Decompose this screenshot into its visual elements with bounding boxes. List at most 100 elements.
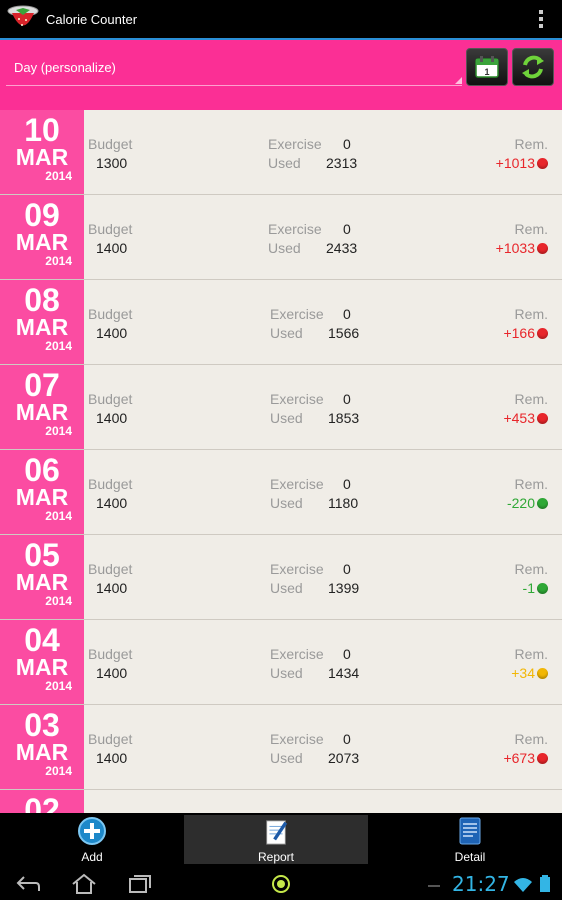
date-month: MAR [15, 484, 69, 510]
date-badge: 07 MAR 2014 [0, 365, 84, 449]
day-row[interactable]: 02 [0, 790, 562, 813]
used-value: 1180 [328, 495, 359, 511]
remaining-label: Rem. [514, 306, 548, 322]
sync-button[interactable] [512, 48, 554, 86]
day-row[interactable]: 05 MAR 2014 Budget 1400 Exercise 0 Used 1399 Rem.… [0, 535, 562, 620]
recent-apps-icon[interactable] [126, 872, 154, 896]
date-badge: 09 MAR 2014 [0, 195, 84, 279]
day-row[interactable]: 06 MAR 2014 Budget 1400 Exercise 0 Used 1180 Rem.… [0, 450, 562, 535]
exercise-label: Exercise [270, 476, 324, 492]
date-badge: 10 MAR 2014 [0, 110, 84, 194]
back-icon[interactable] [14, 872, 42, 896]
svg-text:1: 1 [484, 67, 489, 77]
exercise-label: Exercise [270, 391, 324, 407]
exercise-label: Exercise [270, 561, 324, 577]
date-badge: 08 MAR 2014 [0, 280, 84, 364]
tab-add[interactable]: Add [0, 813, 184, 868]
action-bar: Calorie Counter [0, 0, 562, 38]
budget-value: 1400 [96, 410, 128, 426]
day-row[interactable]: 04 MAR 2014 Budget 1400 Exercise 0 Used 1434 Rem.… [0, 620, 562, 705]
date-badge: 06 MAR 2014 [0, 450, 84, 534]
day-row[interactable]: 08 MAR 2014 Budget 1400 Exercise 0 Used 1566 Rem.… [0, 280, 562, 365]
daily-report-list[interactable]: 10 MAR 2014 Budget 1300 Exercise 0 Used 2313 Rem.… [0, 110, 562, 813]
date-day: 02 [24, 792, 60, 813]
remaining-label: Rem. [514, 731, 548, 747]
budget-value: 1400 [96, 240, 128, 256]
calendar-button[interactable]: 1 [466, 48, 508, 86]
date-year: 2014 [45, 764, 72, 778]
budget-label: Budget [88, 646, 133, 662]
used-value: 1566 [328, 325, 360, 341]
exercise-label: Exercise [268, 221, 322, 237]
date-month: MAR [15, 314, 69, 340]
date-day: 10 [24, 112, 60, 148]
budget-value: 1400 [96, 580, 128, 596]
used-value: 2313 [326, 155, 358, 171]
used-label: Used [270, 750, 303, 766]
date-day: 09 [24, 197, 60, 233]
date-badge: 05 MAR 2014 [0, 535, 84, 619]
refresh-icon [522, 55, 544, 79]
status-dot-icon [537, 667, 548, 679]
date-day: 08 [24, 282, 60, 318]
home-icon[interactable] [70, 872, 98, 896]
date-month: MAR [15, 144, 69, 170]
date-day: 06 [24, 452, 60, 488]
remaining-value-wrap: +34 [511, 665, 548, 681]
status-dot-icon [537, 242, 548, 254]
remaining-label: Rem. [514, 476, 548, 492]
used-label: Used [270, 325, 303, 341]
day-row[interactable]: 03 MAR 2014 Budget 1400 Exercise 0 Used 2073 Rem.… [0, 705, 562, 790]
exercise-value: 0 [343, 646, 351, 662]
used-value: 2433 [326, 240, 358, 256]
day-summary: Budget 1400 Exercise 0 Used 1180 Rem. -220 [84, 450, 562, 534]
day-row[interactable]: 07 MAR 2014 Budget 1400 Exercise 0 Used 1853 Rem.… [0, 365, 562, 450]
exercise-value: 0 [343, 221, 351, 237]
budget-label: Budget [88, 561, 133, 577]
detail-icon [459, 817, 481, 845]
exercise-value: 0 [343, 731, 351, 747]
remaining-value-wrap: +673 [503, 750, 548, 766]
overflow-menu-icon[interactable] [526, 0, 556, 38]
remaining-value: +1013 [495, 155, 535, 171]
budget-label: Budget [88, 221, 133, 237]
system-nav-bar: 21:27 [0, 868, 562, 900]
remaining-value-wrap: +1033 [496, 240, 548, 256]
used-value: 1434 [328, 665, 360, 681]
tab-report[interactable]: Report [184, 815, 368, 864]
remaining-value-wrap: +1013 [496, 155, 548, 171]
used-value: 1853 [328, 410, 360, 426]
battery-icon [538, 872, 552, 896]
used-label: Used [270, 665, 303, 681]
period-spinner[interactable]: Day (personalize) [6, 50, 462, 86]
notification-dot-icon[interactable] [267, 872, 295, 896]
remaining-value: -1 [522, 580, 535, 596]
day-summary: Budget 1400 Exercise 0 Used 2073 Rem. +673 [84, 705, 562, 789]
date-day: 07 [24, 367, 60, 403]
remaining-value: +166 [503, 325, 535, 341]
exercise-label: Exercise [270, 731, 324, 747]
report-icon [266, 820, 288, 845]
budget-value: 1400 [96, 750, 128, 766]
status-dot-icon [537, 752, 548, 764]
dropdown-arrow-icon [455, 77, 462, 84]
remaining-value: -220 [506, 495, 535, 511]
remaining-label: Rem. [514, 646, 548, 662]
budget-label: Budget [88, 306, 133, 322]
date-month: MAR [15, 739, 69, 765]
date-year: 2014 [45, 339, 72, 353]
strawberry-app-icon[interactable] [6, 2, 40, 36]
day-row[interactable]: 10 MAR 2014 Budget 1300 Exercise 0 Used 2313 Rem.… [0, 110, 562, 195]
date-year: 2014 [45, 594, 72, 608]
tab-detail[interactable]: Detail [378, 813, 562, 868]
day-row[interactable]: 09 MAR 2014 Budget 1400 Exercise 0 Used 2433 Rem.… [0, 195, 562, 280]
tab-add-label: Add [81, 850, 103, 864]
remaining-value-wrap: +453 [503, 410, 548, 426]
tab-report-label: Report [257, 850, 295, 864]
day-summary: Budget 1400 Exercise 0 Used 1434 Rem. +34 [84, 620, 562, 704]
status-dot-icon [537, 412, 548, 424]
day-summary: Budget 1400 Exercise 0 Used 1566 Rem. +166 [84, 280, 562, 364]
calendar-icon: 1 [475, 56, 499, 78]
remaining-value-wrap: -220 [507, 495, 548, 511]
day-summary: Budget 1400 Exercise 0 Used 1399 Rem. -1 [84, 535, 562, 619]
